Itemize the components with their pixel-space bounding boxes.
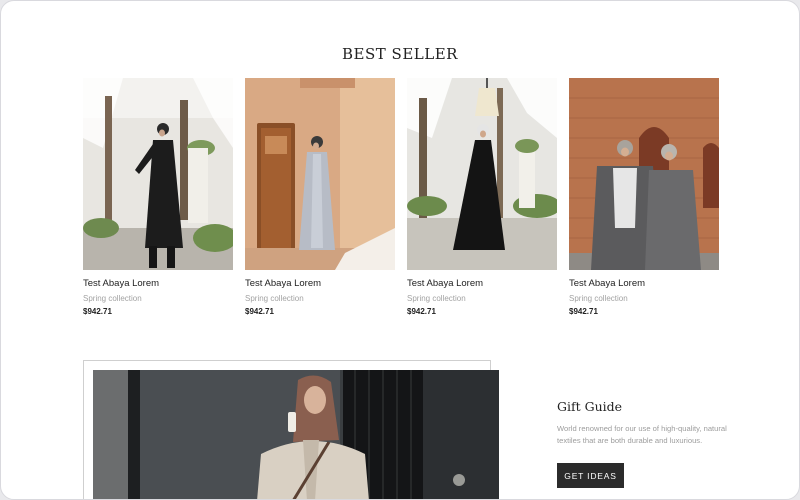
page-frame: BEST SELLER Test Abaya Lorem Spring coll… (0, 0, 800, 500)
product-name[interactable]: Test Abaya Lorem (407, 278, 557, 289)
product-name[interactable]: Test Abaya Lorem (83, 278, 233, 289)
promo-image[interactable] (93, 370, 499, 499)
product-name[interactable]: Test Abaya Lorem (245, 278, 395, 289)
product-card[interactable]: Test Abaya Lorem Spring collection $942.… (569, 78, 719, 316)
product-price: $942.71 (407, 307, 436, 316)
product-grid: Test Abaya Lorem Spring collection $942.… (83, 78, 719, 318)
product-collection: Spring collection (83, 294, 142, 303)
product-image[interactable] (83, 78, 233, 270)
product-image[interactable] (569, 78, 719, 270)
product-image[interactable] (407, 78, 557, 270)
product-card[interactable]: Test Abaya Lorem Spring collection $942.… (245, 78, 395, 316)
gift-guide-title: Gift Guide (557, 399, 623, 414)
gift-guide-description: World renowned for our use of high-quali… (557, 424, 727, 445)
product-name[interactable]: Test Abaya Lorem (569, 278, 719, 289)
gift-guide: Gift Guide World renowned for our use of… (557, 399, 727, 488)
product-collection: Spring collection (245, 294, 304, 303)
product-card[interactable]: Test Abaya Lorem Spring collection $942.… (407, 78, 557, 316)
product-card[interactable]: Test Abaya Lorem Spring collection $942.… (83, 78, 233, 316)
get-ideas-button[interactable]: GET IDEAS (557, 463, 624, 488)
section-title: BEST SELLER (342, 45, 458, 63)
product-collection: Spring collection (407, 294, 466, 303)
product-price: $942.71 (245, 307, 274, 316)
product-collection: Spring collection (569, 294, 628, 303)
product-price: $942.71 (83, 307, 112, 316)
product-price: $942.71 (569, 307, 598, 316)
product-image[interactable] (245, 78, 395, 270)
